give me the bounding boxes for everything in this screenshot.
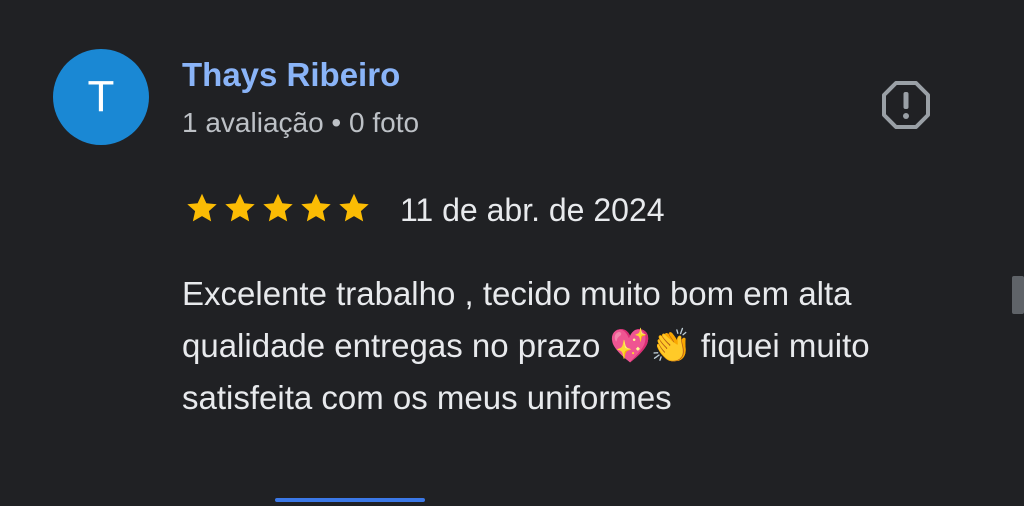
avatar-initial: T	[87, 72, 115, 121]
star-rating	[184, 190, 372, 226]
star-icon	[225, 193, 255, 222]
star-icon	[339, 193, 369, 222]
reviewer-meta: 1 avaliação • 0 foto	[182, 107, 420, 138]
star-icon	[263, 193, 293, 222]
avatar[interactable]: T	[53, 49, 149, 145]
next-review-partial	[275, 492, 425, 506]
star-icon	[301, 193, 331, 222]
reviewer-name[interactable]: Thays Ribeiro	[182, 56, 400, 94]
star-icon	[187, 193, 217, 222]
review-text: Excelente trabalho , tecido muito bom em…	[182, 275, 870, 416]
report-button[interactable]	[880, 79, 932, 131]
scrollbar[interactable]	[1012, 276, 1024, 314]
review-date: 11 de abr. de 2024	[400, 192, 665, 228]
report-flag-icon	[882, 81, 930, 129]
